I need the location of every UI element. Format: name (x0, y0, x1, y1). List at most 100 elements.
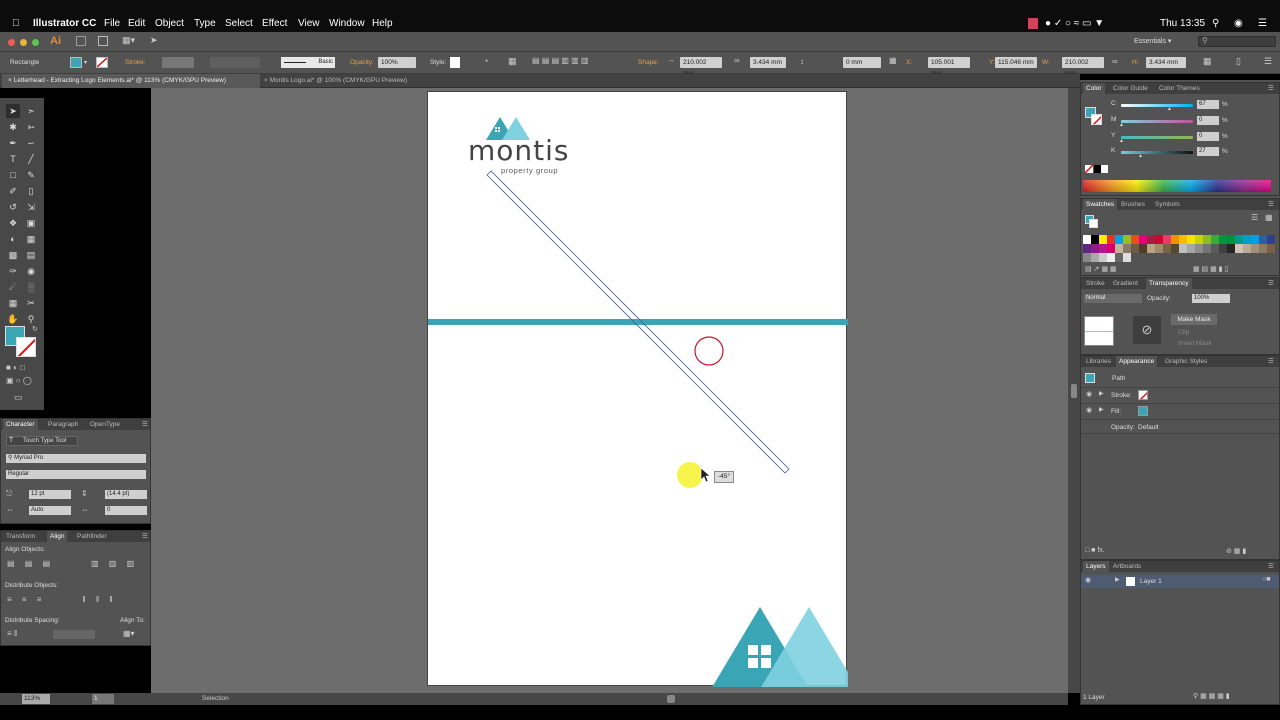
black-swatch[interactable] (1094, 165, 1101, 173)
kerning-input[interactable]: Auto (29, 506, 71, 515)
align-to-icon[interactable]: ▦ (508, 56, 517, 67)
x-label[interactable]: X: (906, 59, 912, 66)
hand-tool-icon[interactable]: ✋ (6, 312, 20, 326)
artboard-tool-icon[interactable]: ▦ (6, 296, 20, 310)
swatch-stroke-indicator[interactable] (1089, 219, 1098, 228)
workspace-switcher[interactable]: Essentials ▾ (1134, 37, 1171, 45)
swatch-libraries-icon[interactable]: ▤ ↗ ▦ ▦ (1085, 265, 1117, 273)
tab-paragraph[interactable]: Paragraph (45, 419, 81, 430)
appearance-fill-row[interactable]: ◉ ▶ Fill: (1081, 403, 1279, 418)
channel-y-slider-thumb[interactable]: ▲ (1119, 138, 1124, 144)
arrange-documents-icon[interactable]: ▦▾ (122, 35, 135, 46)
menu-view[interactable]: View (298, 18, 320, 30)
tab-libraries[interactable]: Libraries (1083, 356, 1114, 367)
appearance-fill-swatch[interactable] (1138, 406, 1148, 416)
tab-pathfinder[interactable]: Pathfinder (74, 531, 110, 542)
tab-montis-logo[interactable]: × Montis Logo.ai* @ 100% (CMYK/GPU Previ… (258, 74, 413, 88)
channel-c-slider[interactable] (1121, 104, 1193, 107)
eyedropper-tool-icon[interactable]: ✑ (6, 264, 20, 278)
stroke-color-box[interactable] (16, 337, 36, 357)
curvature-tool-icon[interactable]: ∽ (24, 136, 38, 150)
channel-c-slider-thumb[interactable]: ▲ (1167, 106, 1172, 112)
menu-file[interactable]: File (104, 18, 120, 30)
channel-m-slider[interactable] (1121, 120, 1193, 123)
opacity-label[interactable]: Opacity: (350, 59, 374, 66)
touch-type-tool-button[interactable]: T Touch Type Tool (6, 436, 78, 446)
leading-input[interactable]: (14.4 pt) (105, 490, 147, 499)
color-spectrum-bar[interactable] (1083, 180, 1271, 192)
tab-color-themes[interactable]: Color Themes (1156, 83, 1203, 94)
none-swatch[interactable] (1085, 165, 1093, 173)
rotate-tool-icon[interactable]: ↺ (6, 200, 20, 214)
tab-letterhead[interactable]: × Letterhead - Extracting Logo Elements.… (2, 74, 260, 88)
rectangle-tool-icon[interactable]: □ (6, 168, 20, 182)
opacity-input[interactable]: 100% (378, 57, 416, 68)
shape-width-input[interactable]: 210.002 mm (680, 57, 722, 77)
vertical-scroll-thumb[interactable] (1071, 384, 1077, 398)
panel-menu-icon[interactable]: ☰ (139, 419, 151, 430)
direct-selection-tool-icon[interactable]: ➣ (24, 104, 38, 118)
align-to-select-icon[interactable]: ▦▾ (123, 629, 135, 638)
line-tool-icon[interactable]: ╱ (24, 152, 38, 166)
fill-color-swatch[interactable] (70, 57, 82, 68)
close-tab-icon[interactable]: × (264, 77, 268, 84)
free-transform-tool-icon[interactable]: ▣ (24, 216, 38, 230)
shape-label[interactable]: Shape: (638, 59, 659, 66)
align-objects-buttons[interactable]: ▤ ▤ ▤ ▥ ▥ ▥ (7, 559, 134, 568)
list-view-icon[interactable]: ☰ (1251, 213, 1258, 222)
appearance-stroke-swatch[interactable] (1138, 390, 1148, 400)
app-name-menu[interactable]: Illustrator CC (33, 18, 96, 30)
stock-icon[interactable] (98, 36, 108, 46)
stroke-label[interactable]: Stroke: (125, 59, 146, 66)
white-swatch[interactable] (1101, 165, 1108, 173)
tab-color[interactable]: Color (1083, 83, 1105, 94)
recolor-artwork-icon[interactable]: ◔ (483, 56, 488, 66)
menu-help[interactable]: Help (372, 18, 393, 30)
menu-window[interactable]: Window (329, 18, 365, 30)
search-stock-input[interactable]: ⚲ (1198, 36, 1276, 47)
appearance-delete-icons[interactable]: ⊘ ▦ ▮ (1226, 547, 1246, 555)
panel-menu-icon[interactable]: ☰ (1265, 561, 1277, 572)
w-input[interactable]: 210.002 mm (1062, 57, 1104, 77)
panel-menu-icon[interactable]: ☰ (1265, 199, 1277, 210)
artboard[interactable]: montis property group -45° (427, 91, 848, 687)
corner-radius-input[interactable]: 0 mm (843, 57, 881, 68)
transparency-opacity-input[interactable]: 100% (1192, 294, 1230, 303)
minimize-window-button[interactable] (20, 39, 27, 46)
spotlight-search-icon[interactable]: ⚲ (1212, 18, 1219, 30)
tab-artboards[interactable]: Artboards (1110, 561, 1144, 572)
tab-swatches[interactable]: Swatches (1083, 199, 1118, 210)
constrain-link-icon[interactable]: ∞ (734, 56, 740, 65)
appearance-stroke-row[interactable]: ◉ ▶ Stroke: (1081, 387, 1279, 402)
tab-brushes[interactable]: Brushes (1118, 199, 1148, 210)
siri-icon[interactable]: ◉ (1234, 18, 1243, 30)
channel-c-input[interactable]: 67 (1197, 100, 1219, 109)
fill-dropdown-icon[interactable]: ▾ (84, 59, 87, 66)
zoom-tool-icon[interactable]: ⚲ (24, 312, 38, 326)
align-buttons-icon[interactable]: ▤ ▤ ▤ ▥ ▥ ▥ (532, 56, 588, 65)
constrain-proportions-icon[interactable]: ∞ (1112, 57, 1118, 66)
shaper-tool-icon[interactable]: ✐ (6, 184, 20, 198)
channel-k-slider[interactable] (1121, 151, 1193, 154)
blend-tool-icon[interactable]: ◉ (24, 264, 38, 278)
apple-menu-icon[interactable]:  (12, 18, 20, 30)
panel-menu-icon[interactable]: ☰ (139, 531, 151, 542)
scale-tool-icon[interactable]: ⇲ (24, 200, 38, 214)
grid-view-icon[interactable]: ▦ (1265, 213, 1273, 222)
blend-mode-select[interactable]: Normal (1084, 294, 1142, 303)
swatch-grid-row-2[interactable] (1083, 244, 1275, 253)
eye-visibility-icon[interactable]: ◉ (1086, 390, 1092, 398)
lasso-tool-icon[interactable]: ➳ (24, 120, 38, 134)
channel-y-input[interactable]: 0 (1197, 132, 1219, 141)
bridge-icon[interactable] (76, 36, 86, 46)
tab-appearance[interactable]: Appearance (1116, 356, 1158, 367)
status-app-icon[interactable] (1028, 18, 1038, 29)
y-label[interactable]: Y: (989, 59, 995, 66)
tab-character[interactable]: Character (3, 419, 38, 430)
close-window-button[interactable] (8, 39, 15, 46)
make-mask-button[interactable]: Make Mask (1171, 314, 1217, 325)
distribute-spacing-buttons[interactable]: ≡ ‖ (7, 629, 17, 638)
distribute-objects-buttons[interactable]: ≡ ≡ ≡ ‖ ‖ ‖ (7, 595, 113, 604)
graphic-style-swatch[interactable] (450, 57, 460, 68)
shape-builder-tool-icon[interactable]: ◐ (6, 232, 20, 246)
